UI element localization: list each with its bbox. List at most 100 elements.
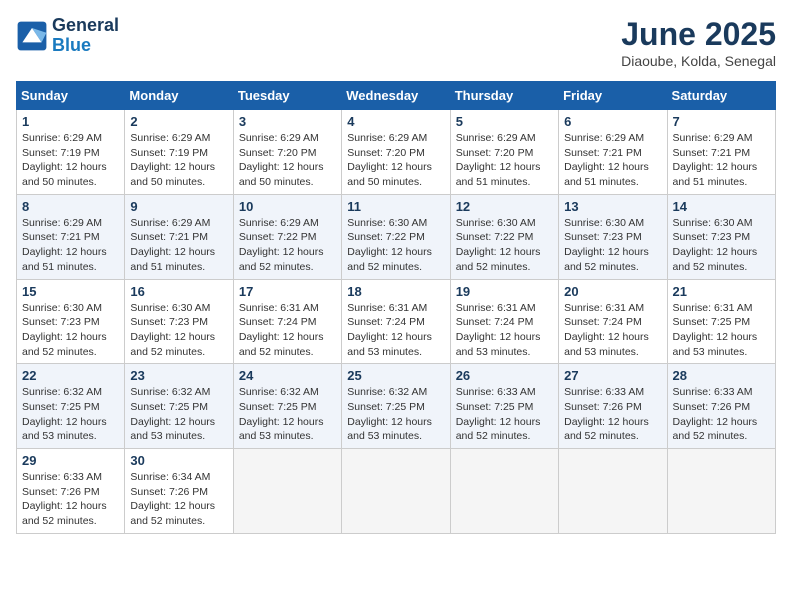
title-block: June 2025 Diaoube, Kolda, Senegal [621, 16, 776, 69]
day-number: 30 [130, 453, 227, 468]
day-info: Sunrise: 6:31 AM Sunset: 7:24 PM Dayligh… [347, 301, 444, 360]
day-cell: 6 Sunrise: 6:29 AM Sunset: 7:21 PM Dayli… [559, 110, 667, 195]
day-number: 10 [239, 199, 336, 214]
calendar-row: 29 Sunrise: 6:33 AM Sunset: 7:26 PM Dayl… [17, 449, 776, 534]
day-number: 25 [347, 368, 444, 383]
day-cell: 12 Sunrise: 6:30 AM Sunset: 7:22 PM Dayl… [450, 194, 558, 279]
day-info: Sunrise: 6:29 AM Sunset: 7:21 PM Dayligh… [22, 216, 119, 275]
day-cell: 20 Sunrise: 6:31 AM Sunset: 7:24 PM Dayl… [559, 279, 667, 364]
day-cell: 26 Sunrise: 6:33 AM Sunset: 7:25 PM Dayl… [450, 364, 558, 449]
day-cell: 1 Sunrise: 6:29 AM Sunset: 7:19 PM Dayli… [17, 110, 125, 195]
day-info: Sunrise: 6:29 AM Sunset: 7:19 PM Dayligh… [22, 131, 119, 190]
calendar-row: 1 Sunrise: 6:29 AM Sunset: 7:19 PM Dayli… [17, 110, 776, 195]
day-cell: 15 Sunrise: 6:30 AM Sunset: 7:23 PM Dayl… [17, 279, 125, 364]
day-info: Sunrise: 6:32 AM Sunset: 7:25 PM Dayligh… [130, 385, 227, 444]
day-info: Sunrise: 6:30 AM Sunset: 7:23 PM Dayligh… [673, 216, 770, 275]
day-info: Sunrise: 6:30 AM Sunset: 7:23 PM Dayligh… [564, 216, 661, 275]
day-info: Sunrise: 6:33 AM Sunset: 7:26 PM Dayligh… [673, 385, 770, 444]
day-number: 17 [239, 284, 336, 299]
calendar-header-row: Sunday Monday Tuesday Wednesday Thursday… [17, 82, 776, 110]
day-number: 11 [347, 199, 444, 214]
day-number: 1 [22, 114, 119, 129]
day-info: Sunrise: 6:30 AM Sunset: 7:22 PM Dayligh… [347, 216, 444, 275]
day-number: 5 [456, 114, 553, 129]
empty-cell [559, 449, 667, 534]
col-saturday: Saturday [667, 82, 775, 110]
day-info: Sunrise: 6:30 AM Sunset: 7:23 PM Dayligh… [130, 301, 227, 360]
day-cell: 29 Sunrise: 6:33 AM Sunset: 7:26 PM Dayl… [17, 449, 125, 534]
day-cell: 17 Sunrise: 6:31 AM Sunset: 7:24 PM Dayl… [233, 279, 341, 364]
col-tuesday: Tuesday [233, 82, 341, 110]
day-number: 15 [22, 284, 119, 299]
day-cell: 2 Sunrise: 6:29 AM Sunset: 7:19 PM Dayli… [125, 110, 233, 195]
day-cell: 19 Sunrise: 6:31 AM Sunset: 7:24 PM Dayl… [450, 279, 558, 364]
day-number: 21 [673, 284, 770, 299]
day-cell: 21 Sunrise: 6:31 AM Sunset: 7:25 PM Dayl… [667, 279, 775, 364]
col-sunday: Sunday [17, 82, 125, 110]
logo-text: GeneralBlue [52, 16, 119, 56]
day-number: 23 [130, 368, 227, 383]
day-info: Sunrise: 6:33 AM Sunset: 7:26 PM Dayligh… [564, 385, 661, 444]
day-cell: 13 Sunrise: 6:30 AM Sunset: 7:23 PM Dayl… [559, 194, 667, 279]
col-friday: Friday [559, 82, 667, 110]
day-cell: 11 Sunrise: 6:30 AM Sunset: 7:22 PM Dayl… [342, 194, 450, 279]
day-info: Sunrise: 6:31 AM Sunset: 7:24 PM Dayligh… [564, 301, 661, 360]
day-cell: 14 Sunrise: 6:30 AM Sunset: 7:23 PM Dayl… [667, 194, 775, 279]
empty-cell [450, 449, 558, 534]
empty-cell [233, 449, 341, 534]
day-number: 4 [347, 114, 444, 129]
day-number: 28 [673, 368, 770, 383]
day-info: Sunrise: 6:34 AM Sunset: 7:26 PM Dayligh… [130, 470, 227, 529]
day-number: 18 [347, 284, 444, 299]
day-number: 26 [456, 368, 553, 383]
empty-cell [667, 449, 775, 534]
calendar-row: 15 Sunrise: 6:30 AM Sunset: 7:23 PM Dayl… [17, 279, 776, 364]
day-info: Sunrise: 6:29 AM Sunset: 7:21 PM Dayligh… [673, 131, 770, 190]
day-info: Sunrise: 6:29 AM Sunset: 7:21 PM Dayligh… [130, 216, 227, 275]
day-info: Sunrise: 6:31 AM Sunset: 7:24 PM Dayligh… [456, 301, 553, 360]
day-cell: 25 Sunrise: 6:32 AM Sunset: 7:25 PM Dayl… [342, 364, 450, 449]
day-info: Sunrise: 6:29 AM Sunset: 7:22 PM Dayligh… [239, 216, 336, 275]
day-number: 6 [564, 114, 661, 129]
day-info: Sunrise: 6:31 AM Sunset: 7:25 PM Dayligh… [673, 301, 770, 360]
day-cell: 4 Sunrise: 6:29 AM Sunset: 7:20 PM Dayli… [342, 110, 450, 195]
day-cell: 23 Sunrise: 6:32 AM Sunset: 7:25 PM Dayl… [125, 364, 233, 449]
day-number: 19 [456, 284, 553, 299]
col-monday: Monday [125, 82, 233, 110]
day-number: 29 [22, 453, 119, 468]
month-title: June 2025 [621, 16, 776, 53]
day-info: Sunrise: 6:32 AM Sunset: 7:25 PM Dayligh… [239, 385, 336, 444]
day-number: 9 [130, 199, 227, 214]
calendar-row: 8 Sunrise: 6:29 AM Sunset: 7:21 PM Dayli… [17, 194, 776, 279]
day-info: Sunrise: 6:31 AM Sunset: 7:24 PM Dayligh… [239, 301, 336, 360]
day-info: Sunrise: 6:29 AM Sunset: 7:21 PM Dayligh… [564, 131, 661, 190]
logo-icon [16, 20, 48, 52]
day-number: 14 [673, 199, 770, 214]
logo: GeneralBlue [16, 16, 119, 56]
day-cell: 9 Sunrise: 6:29 AM Sunset: 7:21 PM Dayli… [125, 194, 233, 279]
day-cell: 16 Sunrise: 6:30 AM Sunset: 7:23 PM Dayl… [125, 279, 233, 364]
location: Diaoube, Kolda, Senegal [621, 53, 776, 69]
day-info: Sunrise: 6:32 AM Sunset: 7:25 PM Dayligh… [22, 385, 119, 444]
day-number: 12 [456, 199, 553, 214]
day-info: Sunrise: 6:33 AM Sunset: 7:26 PM Dayligh… [22, 470, 119, 529]
calendar-body: 1 Sunrise: 6:29 AM Sunset: 7:19 PM Dayli… [17, 110, 776, 534]
day-info: Sunrise: 6:29 AM Sunset: 7:20 PM Dayligh… [456, 131, 553, 190]
day-info: Sunrise: 6:32 AM Sunset: 7:25 PM Dayligh… [347, 385, 444, 444]
day-number: 3 [239, 114, 336, 129]
day-number: 16 [130, 284, 227, 299]
day-number: 27 [564, 368, 661, 383]
day-cell: 5 Sunrise: 6:29 AM Sunset: 7:20 PM Dayli… [450, 110, 558, 195]
calendar-row: 22 Sunrise: 6:32 AM Sunset: 7:25 PM Dayl… [17, 364, 776, 449]
day-cell: 22 Sunrise: 6:32 AM Sunset: 7:25 PM Dayl… [17, 364, 125, 449]
day-number: 8 [22, 199, 119, 214]
day-cell: 10 Sunrise: 6:29 AM Sunset: 7:22 PM Dayl… [233, 194, 341, 279]
col-wednesday: Wednesday [342, 82, 450, 110]
day-info: Sunrise: 6:30 AM Sunset: 7:22 PM Dayligh… [456, 216, 553, 275]
empty-cell [342, 449, 450, 534]
day-info: Sunrise: 6:29 AM Sunset: 7:20 PM Dayligh… [347, 131, 444, 190]
day-info: Sunrise: 6:33 AM Sunset: 7:25 PM Dayligh… [456, 385, 553, 444]
day-cell: 27 Sunrise: 6:33 AM Sunset: 7:26 PM Dayl… [559, 364, 667, 449]
day-number: 7 [673, 114, 770, 129]
calendar-table: Sunday Monday Tuesday Wednesday Thursday… [16, 81, 776, 534]
